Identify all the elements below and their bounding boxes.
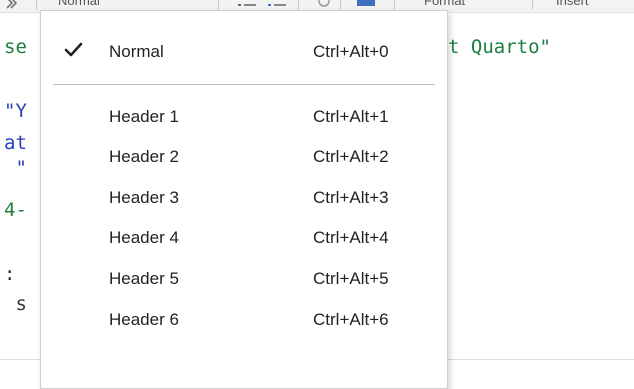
menu-item-label: Header 3 — [109, 188, 179, 207]
link-icon[interactable] — [316, 0, 332, 10]
menu-item-shortcut: Ctrl+Alt+0 — [313, 42, 389, 61]
menu-item-label: Header 6 — [109, 310, 179, 329]
menu-item-header-1[interactable]: Header 1 Ctrl+Alt+1 — [41, 98, 447, 136]
code-line: 4- — [4, 199, 27, 221]
insert-menu[interactable]: Insert — [556, 0, 589, 11]
checkmark-icon — [63, 39, 85, 61]
menu-item-label: Header 5 — [109, 269, 179, 288]
menu-item-shortcut: Ctrl+Alt+3 — [313, 188, 389, 207]
menu-item-shortcut: Ctrl+Alt+1 — [313, 107, 389, 126]
bullet-list-icon[interactable] — [236, 0, 258, 10]
menu-item-normal[interactable]: Normal Ctrl+Alt+0 — [41, 33, 447, 71]
menu-item-label: Normal — [109, 42, 164, 61]
menu-item-header-2[interactable]: Header 2 Ctrl+Alt+2 — [41, 138, 447, 176]
toolbar-separator — [340, 0, 341, 10]
menu-item-label: Header 4 — [109, 228, 179, 247]
menu-item-header-4[interactable]: Header 4 Ctrl+Alt+4 — [41, 219, 447, 257]
menu-item-shortcut: Ctrl+Alt+2 — [313, 147, 389, 166]
toolbar-separator — [532, 0, 533, 10]
toolbar-separator — [36, 0, 37, 10]
menu-item-header-5[interactable]: Header 5 Ctrl+Alt+5 — [41, 260, 447, 298]
menu-item-shortcut: Ctrl+Alt+4 — [313, 228, 389, 247]
menu-item-label: Header 1 — [109, 107, 179, 126]
menu-item-label: Header 2 — [109, 147, 179, 166]
menu-item-shortcut: Ctrl+Alt+6 — [313, 310, 389, 329]
image-icon[interactable] — [356, 0, 376, 10]
menu-item-shortcut: Ctrl+Alt+5 — [313, 269, 389, 288]
code-line: : — [4, 263, 16, 285]
code-line: at — [4, 132, 27, 154]
toolbar-separator — [298, 0, 299, 10]
heading-format-menu: Normal Ctrl+Alt+0 Header 1 Ctrl+Alt+1 He… — [40, 10, 448, 389]
toolbar-separator — [394, 0, 395, 10]
toolbar-separator — [218, 0, 219, 10]
menu-divider — [53, 84, 435, 85]
chevron-right-icon[interactable] — [4, 0, 18, 10]
code-line-continuation: t Quarto" — [448, 36, 551, 58]
code-line: " — [4, 157, 27, 179]
code-line: se — [4, 36, 27, 58]
code-line: "Y — [4, 100, 27, 122]
numbered-list-icon[interactable] — [266, 0, 288, 10]
code-line: s — [4, 293, 27, 315]
menu-item-header-3[interactable]: Header 3 Ctrl+Alt+3 — [41, 179, 447, 217]
menu-item-header-6[interactable]: Header 6 Ctrl+Alt+6 — [41, 301, 447, 339]
